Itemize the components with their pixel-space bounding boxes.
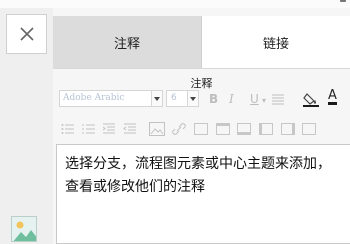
chevron-down-icon[interactable] [187, 91, 198, 106]
fill-color-icon[interactable] [303, 91, 319, 107]
image-icon[interactable] [149, 122, 165, 136]
delete-row-icon[interactable] [237, 123, 251, 135]
link-icon[interactable] [171, 122, 187, 136]
italic-icon[interactable]: I [229, 92, 234, 106]
close-icon [19, 27, 34, 41]
image-thumbnail-icon[interactable] [11, 216, 37, 242]
font-family-value: Adobe Arabic [63, 93, 125, 103]
tab-notes[interactable]: 注释 [53, 16, 202, 68]
panel-tabs: 注释 链接 [53, 16, 350, 69]
tab-links[interactable]: 链接 [202, 16, 350, 68]
notes-panel: 注释 链接 注释 Adobe Arabic 6 B I U ▾ A 选择分支，流… [53, 8, 350, 244]
note-text: 选择分支，流程图元素或中心主题来添加，查看或修改他们的注释 [65, 156, 331, 195]
font-size-select[interactable]: 6 [166, 90, 199, 107]
window-control-icon[interactable] [340, 0, 346, 2]
insert-row-icon[interactable] [216, 123, 230, 135]
split-cells-icon[interactable] [302, 123, 316, 135]
table-icon[interactable] [194, 123, 208, 135]
underline-dropdown-icon[interactable]: ▾ [262, 94, 266, 108]
panel-title: 注释 [190, 77, 213, 90]
font-family-select[interactable]: Adobe Arabic [59, 90, 163, 107]
insert-column-icon[interactable] [259, 123, 273, 135]
underline-icon[interactable]: U [250, 92, 259, 106]
bold-icon[interactable]: B [209, 92, 218, 106]
merge-cells-icon[interactable] [281, 123, 295, 135]
strikethrough-icon[interactable] [271, 93, 285, 105]
outdent-icon[interactable] [123, 123, 137, 135]
close-button[interactable] [6, 14, 47, 54]
note-text-area[interactable]: 选择分支，流程图元素或中心主题来添加，查看或修改他们的注释 [56, 144, 350, 244]
chevron-down-icon[interactable] [151, 91, 162, 106]
tab-links-label: 链接 [262, 36, 289, 52]
indent-icon[interactable] [102, 123, 116, 135]
numbered-list-icon[interactable] [82, 123, 96, 135]
font-color-icon[interactable]: A [328, 89, 337, 105]
font-size-value: 6 [171, 93, 177, 103]
tab-notes-label: 注释 [113, 36, 140, 52]
bullet-list-icon[interactable] [61, 123, 75, 135]
